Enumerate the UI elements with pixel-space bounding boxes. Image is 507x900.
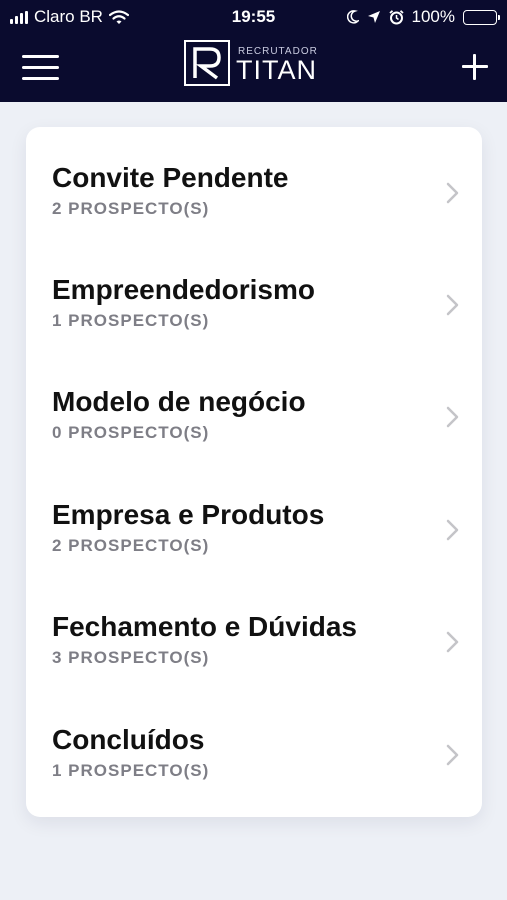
hamburger-menu-button[interactable]: [22, 55, 59, 81]
battery-icon: [463, 9, 500, 25]
list-item-count: 2 PROSPECTO(S): [52, 199, 210, 218]
list-item[interactable]: Fechamento e Dúvidas 3 PROSPECTO(S): [26, 576, 482, 688]
list-item-count: 0 PROSPECTO(S): [52, 423, 210, 442]
chevron-right-icon: [446, 182, 459, 204]
list-item[interactable]: Empresa e Produtos 2 PROSPECTO(S): [26, 464, 482, 576]
moon-icon: [346, 10, 359, 24]
chevron-right-icon: [446, 519, 459, 541]
list-item[interactable]: Convite Pendente 2 PROSPECTO(S): [26, 127, 482, 239]
chevron-right-icon: [446, 294, 459, 316]
logo-mark-icon: [184, 40, 230, 86]
list-item-count: 1 PROSPECTO(S): [52, 761, 210, 780]
status-bar: Claro BR 19:55 100%: [0, 0, 507, 36]
list-item-count: 3 PROSPECTO(S): [52, 648, 210, 667]
app-header: Claro BR 19:55 100% RECRUTADOR TITAN: [0, 0, 507, 102]
list-item-title: Concluídos: [52, 724, 205, 755]
list-item[interactable]: Modelo de negócio 0 PROSPECTO(S): [26, 351, 482, 463]
alarm-clock-icon: [388, 9, 404, 24]
list-item-title: Empresa e Produtos: [52, 499, 325, 530]
list-item-count: 2 PROSPECTO(S): [52, 536, 210, 555]
list-item-title: Modelo de negócio: [52, 386, 306, 417]
list-item-title: Fechamento e Dúvidas: [52, 611, 357, 642]
add-button[interactable]: [460, 52, 490, 82]
battery-percentage: 100%: [411, 7, 455, 26]
list-item[interactable]: Empreendedorismo 1 PROSPECTO(S): [26, 239, 482, 351]
list-item-title: Convite Pendente: [52, 162, 289, 193]
list-item-count: 1 PROSPECTO(S): [52, 311, 210, 330]
stages-list: Convite Pendente 2 PROSPECTO(S) Empreend…: [26, 127, 482, 817]
chevron-right-icon: [446, 744, 459, 766]
chevron-right-icon: [446, 406, 459, 428]
titan-logo: RECRUTADOR TITAN: [184, 40, 334, 88]
list-item[interactable]: Concluídos 1 PROSPECTO(S): [26, 689, 482, 801]
logo-main-text: TITAN: [236, 55, 317, 85]
list-item-title: Empreendedorismo: [52, 274, 315, 305]
location-arrow-icon: [367, 11, 380, 23]
chevron-right-icon: [446, 631, 459, 653]
